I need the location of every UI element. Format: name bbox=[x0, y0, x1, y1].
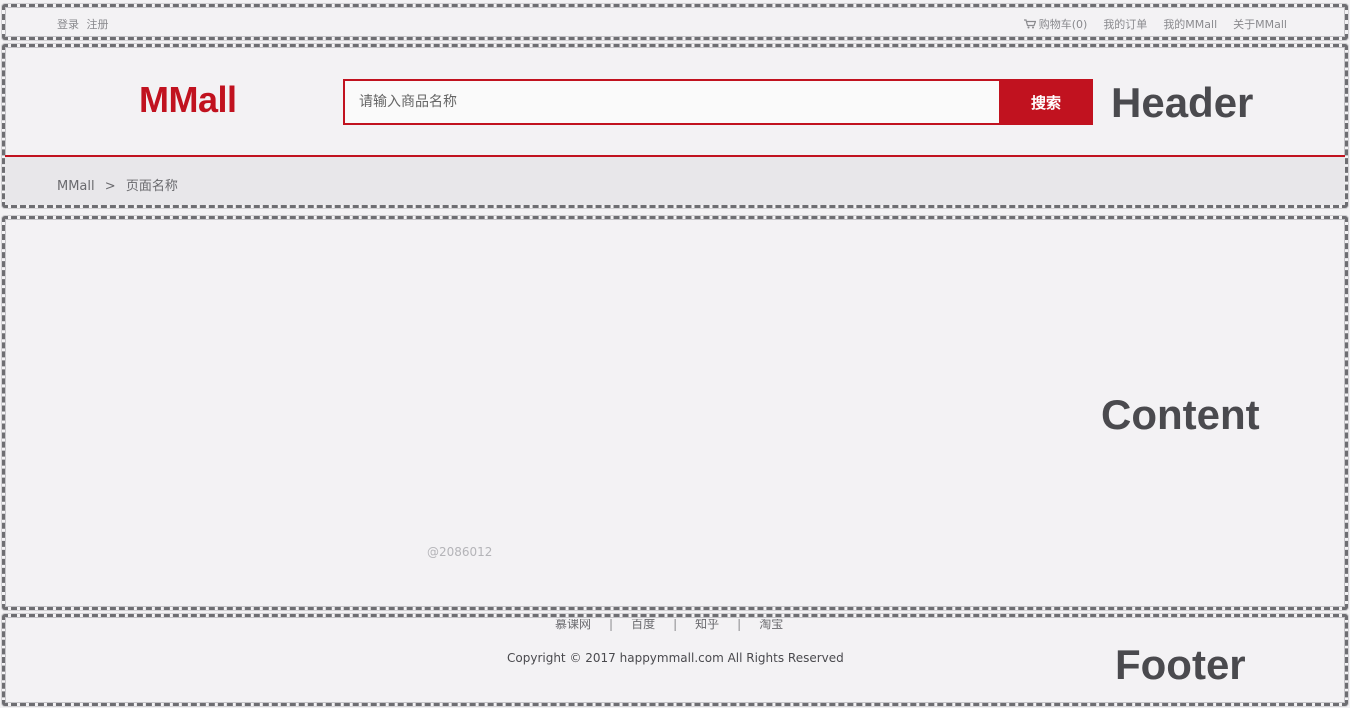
footer-link-imooc[interactable]: 慕课网 bbox=[555, 619, 591, 632]
cart-icon bbox=[1023, 19, 1036, 29]
footer-link-zhihu[interactable]: 知乎 bbox=[695, 619, 719, 632]
breadcrumb-current: 页面名称 bbox=[125, 179, 178, 194]
breadcrumb-bar: MMall > 页面名称 bbox=[5, 157, 1345, 205]
topbar-auth-links: 登录 注册 bbox=[57, 16, 113, 32]
content-area: Content @2086012 bbox=[2, 216, 1348, 610]
about-link[interactable]: 关于MMall bbox=[1233, 16, 1287, 32]
register-link[interactable]: 注册 bbox=[87, 18, 109, 31]
breadcrumb: MMall > 页面名称 bbox=[57, 175, 184, 194]
content-section-label: Content bbox=[1101, 391, 1260, 438]
my-mmall-link[interactable]: 我的MMall bbox=[1163, 16, 1217, 32]
footer-section-label: Footer bbox=[1115, 641, 1246, 688]
logo[interactable]: MMall bbox=[139, 79, 237, 121]
header: MMall 搜索 Header MMall > 页面名称 bbox=[2, 44, 1348, 208]
cart-link[interactable]: 购物车(0) bbox=[1023, 16, 1088, 32]
breadcrumb-separator: > bbox=[104, 179, 116, 194]
my-orders-link[interactable]: 我的订单 bbox=[1103, 16, 1147, 32]
topbar: 登录 注册 购物车(0) 我的订单 我的MMall 关于MMall bbox=[2, 4, 1348, 40]
cart-label: 购物车(0) bbox=[1038, 18, 1088, 31]
footer-links: 慕课网 | 百度 | 知乎 | 淘宝 bbox=[555, 616, 783, 632]
footer-link-baidu[interactable]: 百度 bbox=[631, 619, 655, 632]
search-input[interactable] bbox=[343, 79, 999, 125]
copyright-text: Copyright © 2017 happymmall.com All Righ… bbox=[507, 651, 844, 665]
footer: 慕课网 | 百度 | 知乎 | 淘宝 Copyright © 2017 happ… bbox=[2, 614, 1348, 706]
wireframe-canvas: 登录 注册 购物车(0) 我的订单 我的MMall 关于MMall MMall … bbox=[0, 0, 1350, 708]
breadcrumb-home[interactable]: MMall bbox=[57, 179, 95, 194]
search-button[interactable]: 搜索 bbox=[999, 79, 1093, 125]
watermark: @2086012 bbox=[427, 545, 493, 559]
footer-link-separator: | bbox=[737, 616, 742, 631]
login-link[interactable]: 登录 bbox=[57, 18, 79, 31]
footer-link-separator: | bbox=[673, 616, 678, 631]
search-bar: 搜索 bbox=[343, 79, 1093, 125]
footer-link-taobao[interactable]: 淘宝 bbox=[759, 619, 783, 632]
footer-link-separator: | bbox=[609, 616, 614, 631]
topbar-nav: 购物车(0) 我的订单 我的MMall 关于MMall bbox=[1023, 16, 1287, 32]
header-section-label: Header bbox=[1111, 79, 1254, 126]
